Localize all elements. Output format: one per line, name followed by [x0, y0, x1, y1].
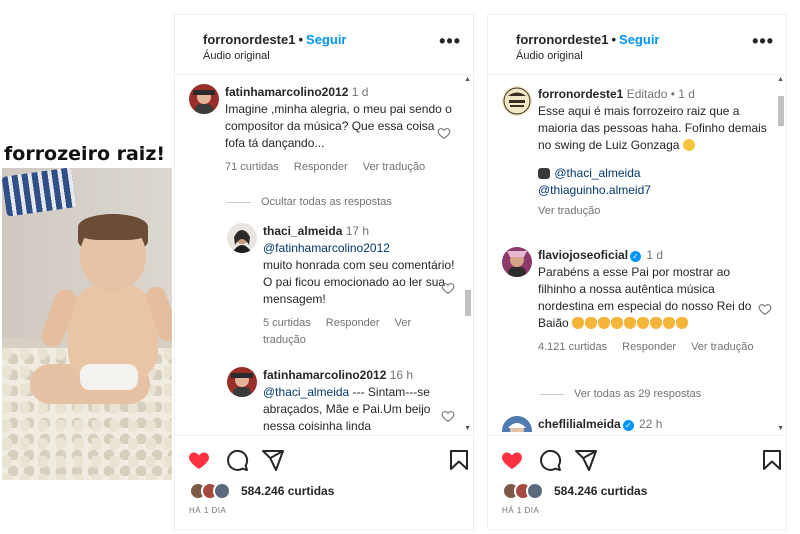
clap-emoji-icon [663, 317, 676, 329]
follow-button[interactable]: Seguir [306, 32, 346, 47]
save-icon[interactable] [760, 448, 784, 472]
follow-button[interactable]: Seguir [619, 32, 659, 47]
edited-label: Editado [626, 87, 668, 101]
video-caption: forrozeiro raiz! [4, 143, 166, 165]
smiling-face-emoji-icon [682, 139, 695, 151]
heart-icon[interactable] [441, 409, 455, 423]
post-header: forronordeste1 • Seguir Áudio original ••• [175, 15, 473, 75]
comment-icon[interactable] [225, 448, 249, 472]
avatar [526, 482, 544, 500]
clap-emoji-icon [624, 317, 637, 329]
reply-button[interactable]: Responder [326, 317, 380, 329]
scroll-up-arrow-icon[interactable]: ▲ [777, 76, 784, 83]
avatar[interactable] [502, 416, 532, 432]
view-replies-button[interactable]: Ver todas as 29 respostas [540, 388, 701, 400]
comment-text: muito honrada com seu comentário! O pai … [263, 258, 455, 306]
scrollbar-thumb[interactable] [465, 290, 471, 316]
likes-count[interactable]: 584.246 curtidas [241, 484, 334, 498]
scrollbar[interactable] [778, 82, 784, 426]
clap-emoji-icon [637, 317, 650, 329]
comment-username[interactable]: thaci_almeida [263, 224, 342, 238]
comments-list[interactable]: forronordeste1 Editado • 1 d Esse aqui é… [488, 76, 786, 432]
comments-list[interactable]: fatinhamarcolino2012 1 d Imagine ,minha … [175, 76, 473, 432]
reply-button[interactable]: Responder [622, 341, 676, 353]
post-header: forronordeste1 • Seguir Áudio original ••• [488, 15, 786, 75]
heart-icon[interactable] [758, 302, 772, 316]
clap-emoji-icon [650, 317, 663, 329]
hat-emoji-icon [538, 168, 550, 179]
action-bar: 584.246 curtidas HÁ 1 DIA [488, 435, 786, 531]
clap-emoji-icon [611, 317, 624, 329]
comment-username[interactable]: forronordeste1 [538, 87, 623, 101]
comment-time: 1 d [351, 85, 369, 99]
heart-icon[interactable] [500, 448, 524, 472]
share-icon[interactable] [261, 448, 285, 472]
comment-likes[interactable]: 71 curtidas [225, 161, 279, 173]
comment-likes[interactable]: 4.121 curtidas [538, 341, 607, 353]
heart-icon[interactable] [187, 448, 211, 472]
avatar[interactable] [227, 223, 257, 253]
mention-link[interactable]: @fatinhamarcolino2012 [263, 241, 390, 255]
comment-username[interactable]: flaviojoseoficial [538, 248, 628, 262]
comment-time: 1 d [646, 248, 664, 262]
post-panel-2: forronordeste1 • Seguir Áudio original •••… [487, 14, 787, 530]
comment-time: 22 h [639, 417, 663, 431]
avatar[interactable] [189, 84, 219, 114]
scroll-down-arrow-icon[interactable]: ▼ [777, 425, 784, 432]
clap-emoji-icon [676, 317, 689, 329]
clap-emoji-icon [585, 317, 598, 329]
heart-icon[interactable] [437, 126, 451, 140]
translate-button[interactable]: Ver tradução [538, 205, 600, 217]
scroll-down-arrow-icon[interactable]: ▼ [464, 425, 471, 432]
more-icon[interactable]: ••• [752, 32, 774, 50]
comment-likes[interactable]: 5 curtidas [263, 317, 311, 329]
video-frame[interactable] [2, 168, 172, 480]
comment-username[interactable]: cheflilialmeida [538, 417, 621, 431]
comment-username[interactable]: fatinhamarcolino2012 [225, 85, 348, 99]
avatar[interactable] [502, 247, 532, 277]
likes-count[interactable]: 584.246 curtidas [554, 484, 647, 498]
action-bar: 584.246 curtidas HÁ 1 DIA [175, 435, 473, 531]
post-date: HÁ 1 DIA [189, 506, 227, 515]
audio-label[interactable]: Áudio original [516, 50, 583, 62]
post-username[interactable]: forronordeste1 [516, 32, 608, 47]
translate-button[interactable]: Ver tradução [363, 161, 425, 173]
comment-icon[interactable] [538, 448, 562, 472]
reply-button[interactable]: Responder [294, 161, 348, 173]
share-icon[interactable] [574, 448, 598, 472]
comment-text: Esse aqui é mais forrozeiro raiz que a m… [538, 104, 767, 152]
mention-link[interactable]: @thaci_almeida [554, 166, 640, 180]
more-icon[interactable]: ••• [439, 32, 461, 50]
mention-link[interactable]: @thaci_almeida [263, 385, 349, 399]
comment-text: Imagine ,minha alegria, o meu pai sendo … [225, 102, 452, 150]
avatar [213, 482, 231, 500]
audio-label[interactable]: Áudio original [203, 50, 270, 62]
clap-emoji-icon [572, 317, 585, 329]
avatar[interactable] [502, 86, 532, 116]
clap-emoji-icon [598, 317, 611, 329]
post-date: HÁ 1 DIA [502, 506, 540, 515]
avatar[interactable] [227, 367, 257, 397]
hide-replies-button[interactable]: Ocultar todas as respostas [227, 196, 392, 208]
translate-button[interactable]: Ver tradução [691, 341, 753, 353]
comment-time: 16 h [389, 368, 414, 382]
post-panel-1: forronordeste1 • Seguir Áudio original •••… [174, 14, 474, 530]
verified-icon: ✓ [622, 420, 634, 431]
mention-link[interactable]: @thiaguinho.almeid7 [538, 183, 651, 197]
scrollbar[interactable] [465, 82, 471, 426]
video-area: forrozeiro raiz! [0, 0, 172, 534]
hide-replies-label: Ocultar todas as respostas [261, 196, 392, 208]
view-replies-label: Ver todas as 29 respostas [574, 388, 702, 400]
post-username[interactable]: forronordeste1 [203, 32, 295, 47]
verified-icon: ✓ [630, 251, 642, 262]
comment-time: 17 h [345, 224, 370, 238]
heart-icon[interactable] [441, 281, 455, 295]
save-icon[interactable] [447, 448, 471, 472]
scroll-up-arrow-icon[interactable]: ▲ [464, 76, 471, 83]
comment-time: 1 d [678, 87, 695, 101]
scrollbar-thumb[interactable] [778, 96, 784, 126]
comment-username[interactable]: fatinhamarcolino2012 [263, 368, 386, 382]
